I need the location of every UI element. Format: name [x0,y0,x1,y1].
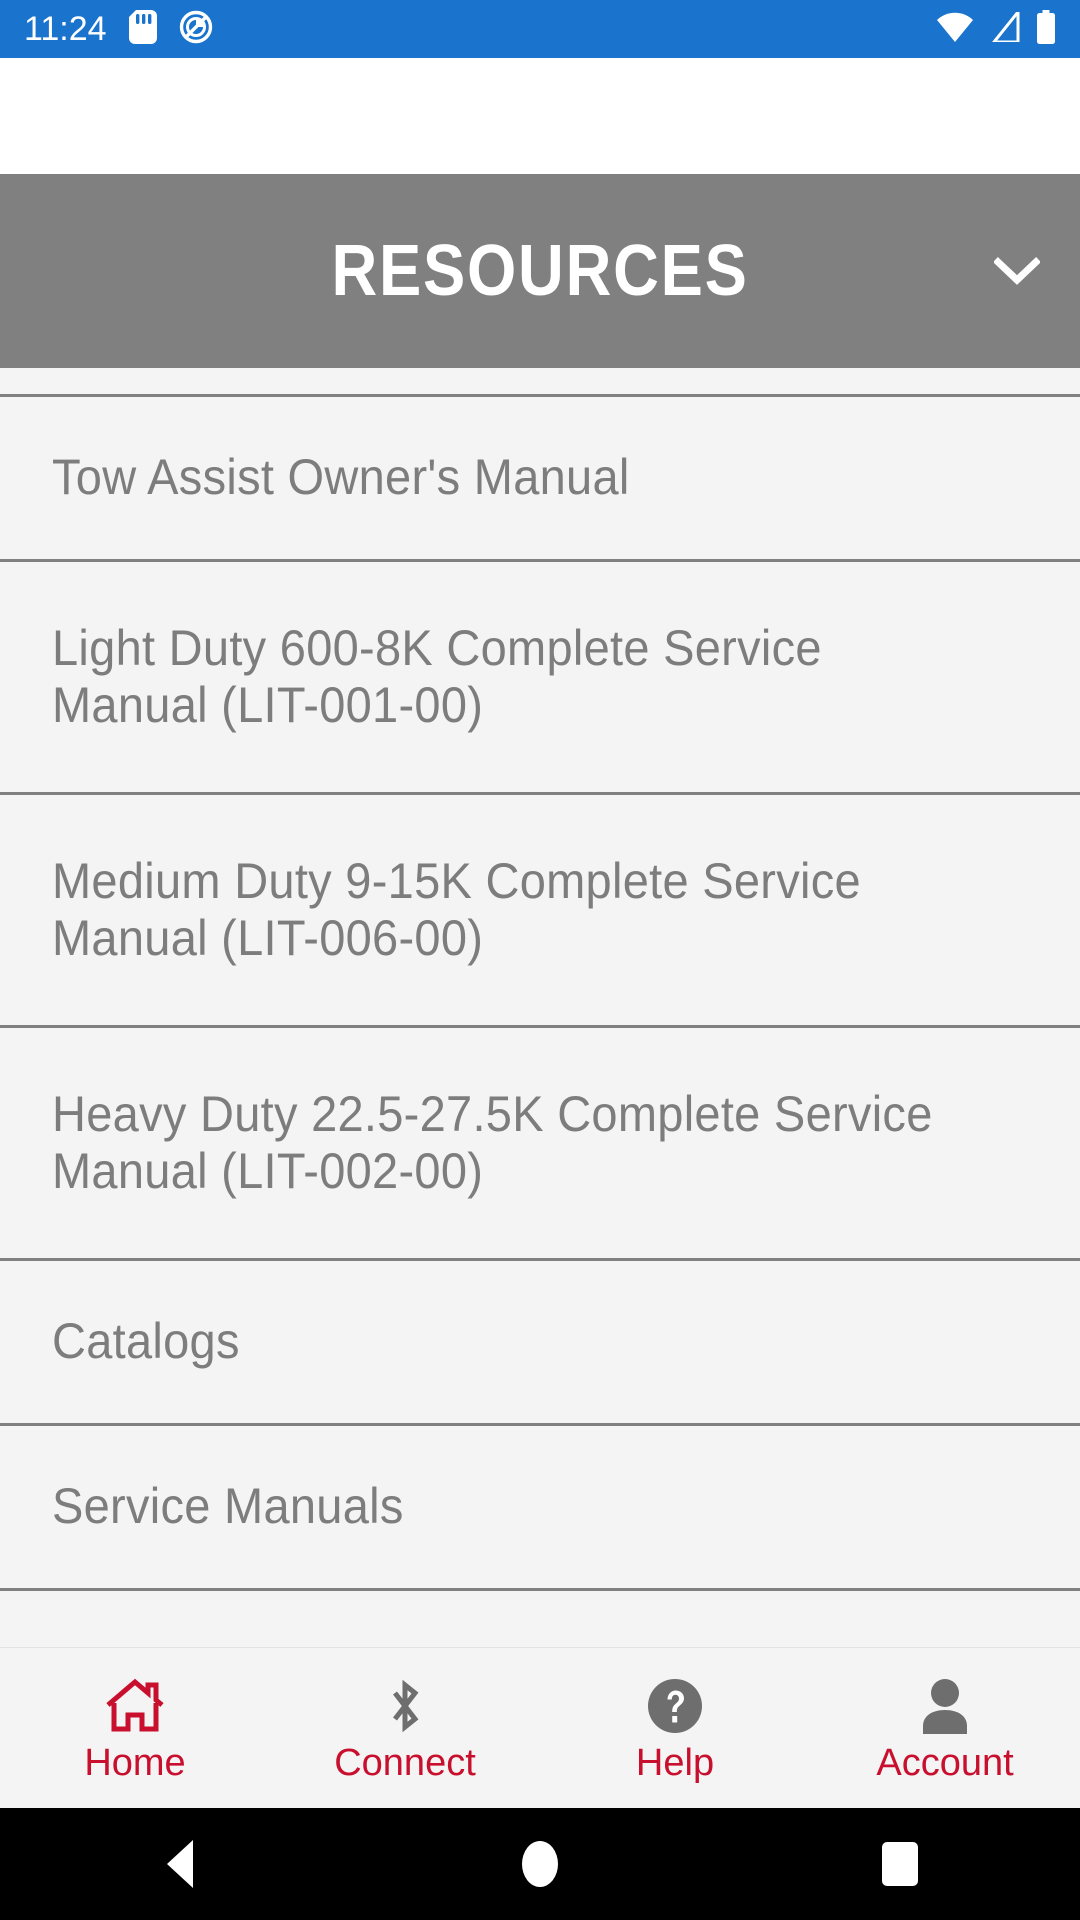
nav-item-home[interactable]: Home [0,1648,270,1808]
nav-label: Home [84,1742,186,1784]
nav-item-help[interactable]: Help [540,1648,810,1808]
sd-card-icon [128,9,157,49]
list-item-label: Light Duty 600-8K Complete Service Manua… [52,619,822,734]
list-item[interactable]: Catalogs [0,1261,1080,1426]
app-screen: 11:24 RESOURCES Tow Assist Owner's Manua… [0,0,1080,1920]
list-item-label: Tow Assist Owner's Manual [52,449,630,506]
recents-square-icon[interactable] [810,1808,990,1920]
cell-signal-icon [988,7,1022,47]
person-icon [919,1674,971,1738]
home-icon [104,1674,166,1738]
help-circle-icon [646,1674,704,1738]
bottom-navigation-bar: Home Connect Help Account [0,1647,1080,1808]
home-circle-icon[interactable] [450,1808,630,1920]
nav-label: Connect [334,1742,476,1784]
nav-label: Help [635,1742,715,1784]
list-item[interactable]: Heavy Duty 22.5-27.5K Complete Service M… [0,1028,1080,1261]
android-system-navigation [0,1808,1080,1920]
nav-item-connect[interactable]: Connect [270,1648,540,1808]
list-item[interactable]: Tow Assist Owner's Manual [0,397,1080,562]
battery-icon [1036,9,1056,49]
list-item[interactable]: Service Manuals [0,1426,1080,1591]
list-item-label: Catalogs [52,1313,240,1370]
resources-list: Tow Assist Owner's Manual Light Duty 600… [0,368,1080,1647]
list-item-label: Medium Duty 9-15K Complete Service Manua… [52,852,861,967]
list-item-label: Service Manuals [52,1478,404,1535]
bluetooth-icon [381,1674,429,1738]
list-bottom-spacer [0,1591,1080,1631]
status-bar-clock: 11:24 [24,10,107,48]
list-item[interactable]: Medium Duty 9-15K Complete Service Manua… [0,795,1080,1028]
status-bar-right [936,7,1056,49]
status-bar: 11:24 [0,0,1080,58]
back-triangle-icon[interactable] [90,1808,270,1920]
nav-label: Account [876,1742,1014,1784]
nav-item-account[interactable]: Account [810,1648,1080,1808]
wifi-icon [936,12,974,47]
status-bar-left: 11:24 [24,9,213,49]
list-top-partial-row [0,368,1080,397]
chevron-down-icon[interactable] [990,244,1044,298]
do-not-disturb-icon [179,10,213,49]
resources-section-header[interactable]: RESOURCES [0,174,1080,368]
list-item[interactable]: Light Duty 600-8K Complete Service Manua… [0,562,1080,795]
list-item-label: Heavy Duty 22.5-27.5K Complete Service M… [52,1085,933,1200]
content-top-spacer [0,58,1080,174]
section-title: RESOURCES [331,231,749,311]
